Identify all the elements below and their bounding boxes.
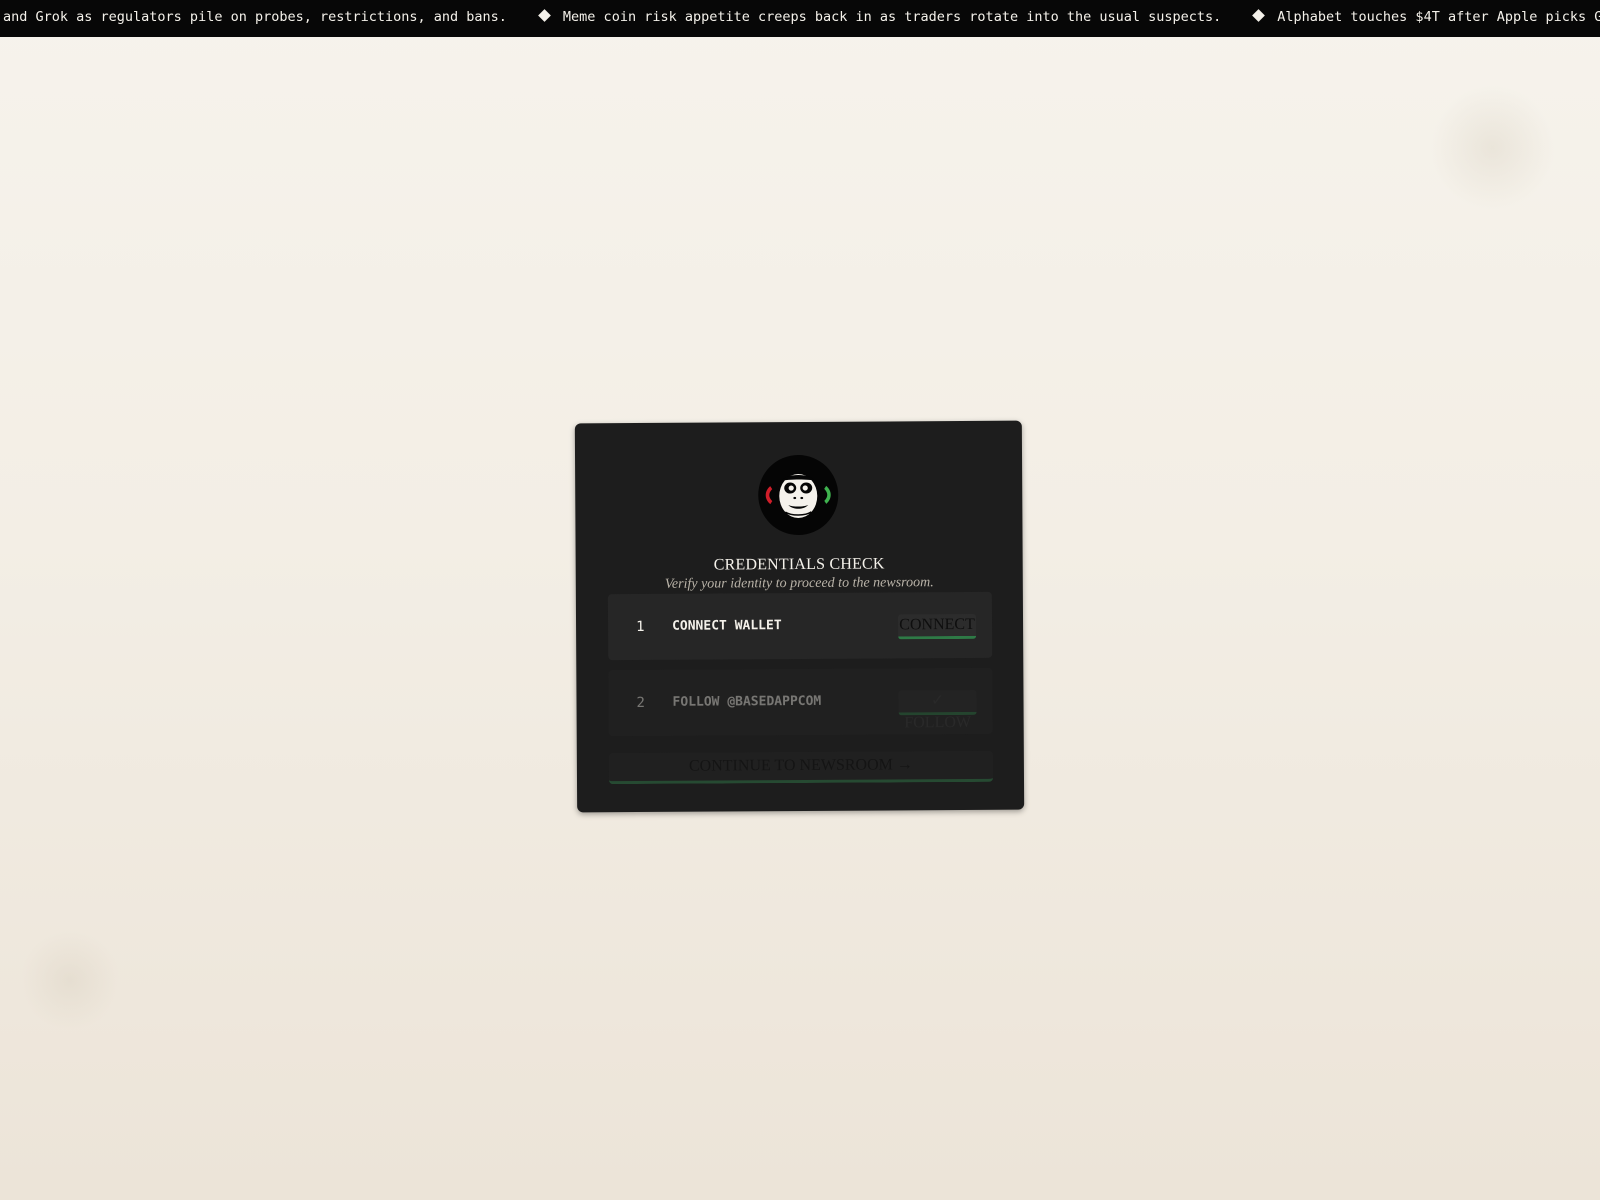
modal-title: CREDENTIALS CHECK xyxy=(713,555,885,574)
step-number: 2 xyxy=(636,694,646,711)
ticker-item[interactable]: Meme coin risk appetite creeps back in a… xyxy=(563,0,1221,34)
step-connect-wallet: 1 CONNECT WALLET CONNECT xyxy=(607,591,993,661)
chimp-face-icon xyxy=(758,454,839,536)
follow-button[interactable]: ✓ FOLLOW xyxy=(898,689,977,731)
news-ticker: and Grok as regulators pile on probes, r… xyxy=(0,0,1600,37)
ticker-track: and Grok as regulators pile on probes, r… xyxy=(3,0,1600,37)
credentials-modal: CREDENTIALS CHECK Verify your identity t… xyxy=(574,420,1025,813)
ticker-item[interactable]: and Grok as regulators pile on probes, r… xyxy=(3,0,507,34)
continue-to-newsroom-button[interactable]: CONTINUE TO NEWSROOM → xyxy=(608,750,994,785)
background-smudge xyxy=(1430,85,1555,210)
step-label: FOLLOW @BASEDAPPCOM xyxy=(672,693,822,710)
modal-subtitle: Verify your identity to proceed to the n… xyxy=(664,575,934,592)
background-smudge xyxy=(20,930,120,1030)
step-label: CONNECT WALLET xyxy=(672,618,782,634)
step-follow-account: 2 FOLLOW @BASEDAPPCOM ✓ FOLLOW xyxy=(608,667,993,737)
diamond-icon xyxy=(1252,9,1266,22)
diamond-icon xyxy=(538,9,551,22)
step-number: 1 xyxy=(636,618,645,635)
connect-button[interactable]: CONNECT xyxy=(897,613,977,640)
ticker-item[interactable]: Alphabet touches $4T after Apple picks G… xyxy=(1277,0,1600,34)
